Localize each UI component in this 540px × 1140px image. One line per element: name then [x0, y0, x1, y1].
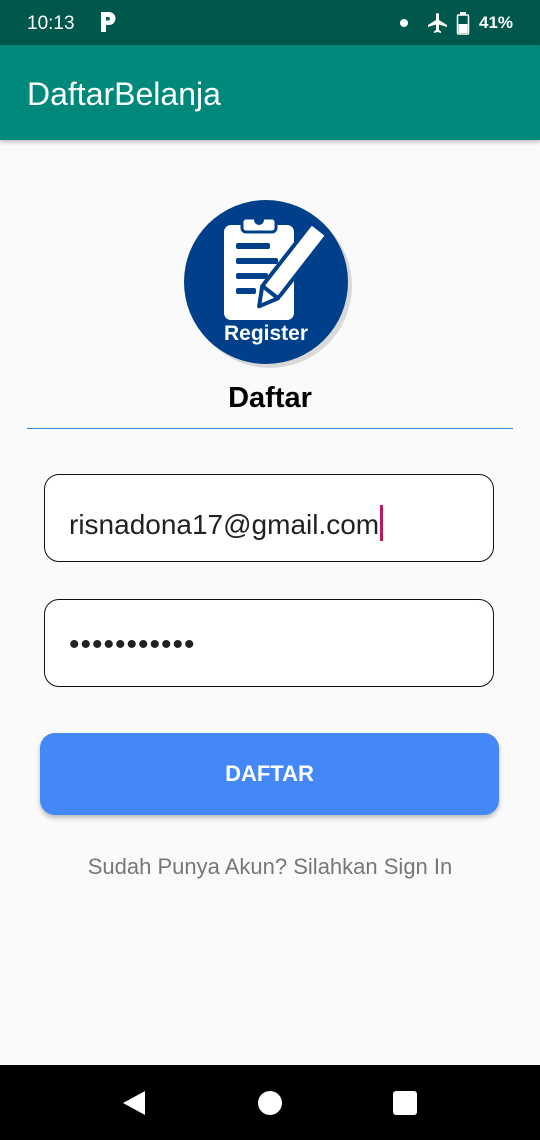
parking-app-icon	[101, 12, 116, 32]
email-field[interactable]: risnadona17@gmail.com	[44, 474, 494, 562]
email-field-value: risnadona17@gmail.com	[69, 509, 380, 540]
battery-icon	[456, 12, 470, 35]
status-time: 10:13	[27, 13, 75, 34]
register-logo: Register	[184, 200, 352, 368]
navigation-bar	[0, 1065, 540, 1140]
app-bar: DaftarBelanja	[0, 45, 540, 140]
notification-dot	[400, 19, 408, 27]
back-icon[interactable]	[121, 1090, 147, 1116]
form-heading: Daftar	[228, 382, 312, 414]
password-field[interactable]: •••••••••••	[44, 599, 494, 687]
app-title: DaftarBelanja	[27, 76, 221, 112]
logo-label: Register	[224, 322, 308, 345]
signin-link[interactable]: Sudah Punya Akun? Silahkan Sign In	[0, 854, 540, 880]
heading-divider	[27, 428, 513, 429]
register-button[interactable]: DAFTAR	[40, 733, 499, 815]
text-cursor	[380, 505, 384, 541]
home-icon[interactable]	[258, 1091, 282, 1115]
status-bar: 10:13 41%	[0, 0, 540, 45]
password-field-value: •••••••••••	[69, 628, 196, 661]
recents-icon[interactable]	[393, 1091, 417, 1115]
airplane-mode-icon	[428, 13, 447, 33]
battery-percentage: 41%	[479, 13, 514, 32]
email-field-value-wrapper: risnadona17@gmail.com	[69, 505, 384, 541]
